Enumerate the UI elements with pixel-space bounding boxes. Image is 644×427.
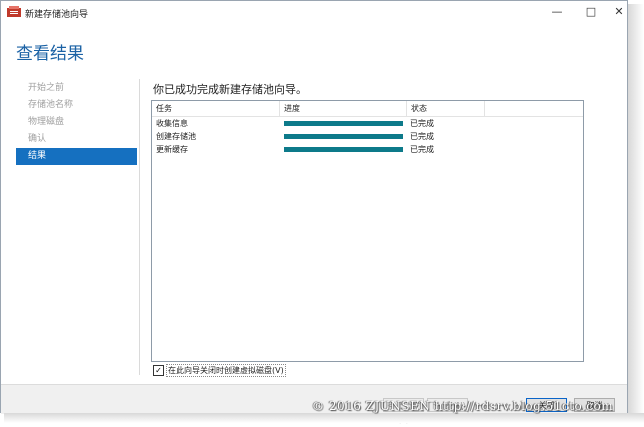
table-row[interactable]: 更新缓存 已完成: [152, 143, 583, 156]
table-row[interactable]: 创建存储池 已完成: [152, 130, 583, 143]
nav-item-confirmation: 确认: [28, 134, 47, 144]
create-virtual-disk-label[interactable]: 在此向导关闭时创建虚拟磁盘(V): [166, 364, 286, 377]
nav-item-physical-disks: 物理磁盘: [28, 117, 65, 127]
progress-bar: [284, 121, 403, 126]
nav-item-pool-name: 存储池名称: [28, 100, 74, 110]
results-list[interactable]: 任务 进度 状态 收集信息 已完成 创建存储池 已完成 更新缓存 已完成: [151, 100, 584, 362]
storage-pool-icon: [7, 6, 21, 17]
maximize-icon[interactable]: □: [577, 1, 605, 23]
column-header-status[interactable]: 状态: [407, 101, 485, 116]
task-name: 收集信息: [156, 119, 188, 128]
nav-item-before-you-begin: 开始之前: [28, 83, 65, 93]
task-status: 已完成: [410, 119, 434, 128]
wizard-nav: 开始之前 存储池名称 物理磁盘 确认 结果: [16, 80, 137, 165]
column-header-progress[interactable]: 进度: [280, 101, 407, 116]
progress-fill: [284, 134, 403, 139]
progress-fill: [284, 147, 403, 152]
minimize-icon[interactable]: —: [543, 1, 571, 23]
window-shadow: [628, 4, 644, 423]
nav-item-results[interactable]: 结果: [16, 148, 137, 165]
copyright-watermark: © 2016 ZJUNSEN http://rdsrv.blog.51cto.c…: [312, 399, 614, 413]
window-shadow: [4, 413, 644, 423]
task-name: 更新缓存: [156, 145, 188, 154]
task-status: 已完成: [410, 145, 434, 154]
result-heading: 你已成功完成新建存储池向导。: [153, 83, 307, 96]
page-title: 查看结果: [16, 44, 84, 64]
task-status: 已完成: [410, 132, 434, 141]
window-title: 新建存储池向导: [25, 10, 89, 20]
column-header-task[interactable]: 任务: [152, 101, 280, 116]
task-name: 创建存储池: [156, 132, 196, 141]
wizard-window: 新建存储池向导 — □ ✕ 查看结果 开始之前 存储池名称 物理磁盘 确认 结果…: [0, 0, 628, 424]
results-header: 任务 进度 状态: [152, 101, 583, 117]
table-row[interactable]: 收集信息 已完成: [152, 117, 583, 130]
progress-bar: [284, 147, 403, 152]
title-bar[interactable]: 新建存储池向导 — □ ✕: [1, 1, 627, 25]
nav-divider: [139, 79, 140, 375]
progress-fill: [284, 121, 403, 126]
progress-bar: [284, 134, 403, 139]
create-virtual-disk-checkbox[interactable]: ✓: [153, 365, 164, 376]
